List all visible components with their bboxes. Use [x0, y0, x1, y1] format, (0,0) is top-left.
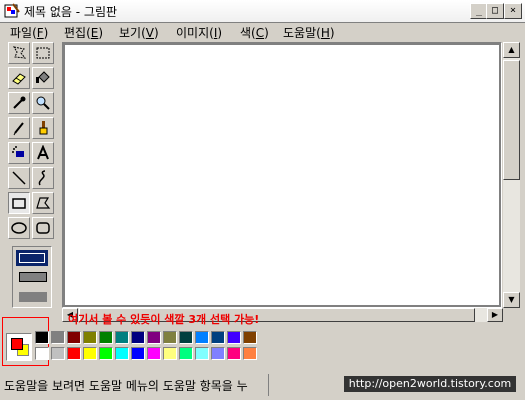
palette-swatch[interactable] [115, 347, 129, 360]
curve-icon [38, 170, 46, 186]
palette-swatch[interactable] [195, 347, 209, 360]
select-icon [36, 47, 50, 59]
select-tool[interactable] [32, 42, 54, 64]
menu-edit[interactable]: 편집(E) [64, 24, 103, 41]
palette-swatch[interactable] [67, 331, 81, 344]
palette-swatch[interactable] [179, 331, 193, 344]
palette-swatch[interactable] [147, 331, 161, 344]
palette-swatch[interactable] [67, 347, 81, 360]
fill-tool[interactable] [32, 67, 54, 89]
palette-swatch[interactable] [131, 347, 145, 360]
airbrush-icon [12, 146, 24, 157]
scroll-right-button[interactable]: ▶ [487, 308, 503, 322]
pick-color-icon [13, 96, 26, 109]
rounded-rectangle-icon [36, 222, 50, 234]
palette-swatch[interactable] [195, 331, 209, 344]
palette-swatch[interactable] [227, 347, 241, 360]
menu-colors[interactable]: 색(C) [240, 24, 269, 41]
magnifier-icon [36, 96, 50, 110]
canvas-area [62, 42, 502, 308]
status-help-text: 도움말을 보려면 도움말 메뉴의 도움말 항목을 누 [4, 379, 248, 393]
paint-app-icon [4, 3, 20, 18]
window-title: 제목 없음 - 그림판 [24, 5, 118, 19]
line-tool[interactable] [8, 167, 30, 189]
brush-tool[interactable] [32, 117, 54, 139]
airbrush-tool[interactable] [8, 142, 30, 164]
title-bar: 제목 없음 - 그림판 _ □ × [0, 0, 525, 23]
palette-swatch[interactable] [163, 347, 177, 360]
magnifier-tool[interactable] [32, 92, 54, 114]
drawing-canvas[interactable] [65, 45, 499, 305]
free-form-select-icon [12, 46, 27, 59]
menu-help[interactable]: 도움말(H) [283, 24, 335, 41]
text-icon [37, 145, 49, 160]
polygon-icon [36, 197, 51, 209]
palette-swatch[interactable] [243, 331, 257, 344]
menu-image[interactable]: 이미지(I) [176, 24, 222, 41]
free-form-select-tool[interactable] [8, 42, 30, 64]
text-tool[interactable] [32, 142, 54, 164]
watermark-url: http://open2world.tistory.com [344, 376, 516, 392]
scroll-down-button[interactable]: ▼ [503, 292, 520, 308]
toolbox [6, 42, 58, 242]
rectangle-tool[interactable] [8, 192, 30, 214]
pencil-tool[interactable] [8, 117, 30, 139]
palette-swatch[interactable] [35, 347, 49, 360]
palette-swatch[interactable] [243, 347, 257, 360]
palette-swatch[interactable] [147, 347, 161, 360]
palette-swatch[interactable] [83, 331, 97, 344]
close-button[interactable]: × [504, 3, 522, 19]
vertical-scrollbar[interactable]: ▲ ▼ [503, 42, 520, 308]
ellipse-icon [11, 222, 27, 234]
menu-bar: 파일(F) 편집(E) 보기(V) 이미지(I) 색(C) 도움말(H) [0, 22, 525, 41]
palette-swatch[interactable] [51, 347, 65, 360]
palette-swatch[interactable] [211, 347, 225, 360]
status-divider [268, 374, 269, 396]
tool-options [12, 246, 52, 308]
curve-tool[interactable] [32, 167, 54, 189]
palette-swatch[interactable] [115, 331, 129, 344]
pick-color-tool[interactable] [8, 92, 30, 114]
vertical-scroll-thumb[interactable] [503, 60, 520, 180]
fill-style-filled-outline[interactable] [19, 272, 47, 282]
rectangle-icon [12, 198, 26, 209]
annotation-text: 여기서 볼 수 있듯이 색깔 3개 선택 가능! [68, 313, 260, 326]
brush-icon [39, 121, 48, 135]
eraser-icon [12, 73, 26, 85]
eraser-tool[interactable] [8, 67, 30, 89]
fill-style-filled[interactable] [19, 292, 47, 302]
palette-swatch[interactable] [211, 331, 225, 344]
polygon-tool[interactable] [32, 192, 54, 214]
palette-swatch[interactable] [51, 331, 65, 344]
fill-icon [36, 71, 50, 83]
menu-view[interactable]: 보기(V) [119, 24, 159, 41]
palette-swatch[interactable] [227, 331, 241, 344]
maximize-button[interactable]: □ [486, 3, 504, 19]
palette-swatch[interactable] [179, 347, 193, 360]
palette-swatch[interactable] [83, 347, 97, 360]
line-icon [12, 171, 26, 185]
palette-swatch[interactable] [131, 331, 145, 344]
palette-swatch[interactable] [99, 347, 113, 360]
palette-swatch[interactable] [163, 331, 177, 344]
palette-swatch[interactable] [35, 331, 49, 344]
scroll-up-button[interactable]: ▲ [503, 42, 520, 58]
rounded-rectangle-tool[interactable] [32, 217, 54, 239]
pencil-icon [13, 122, 24, 136]
ellipse-tool[interactable] [8, 217, 30, 239]
palette-swatch[interactable] [99, 331, 113, 344]
menu-file[interactable]: 파일(F) [10, 24, 48, 41]
fill-style-outline[interactable] [16, 250, 48, 266]
